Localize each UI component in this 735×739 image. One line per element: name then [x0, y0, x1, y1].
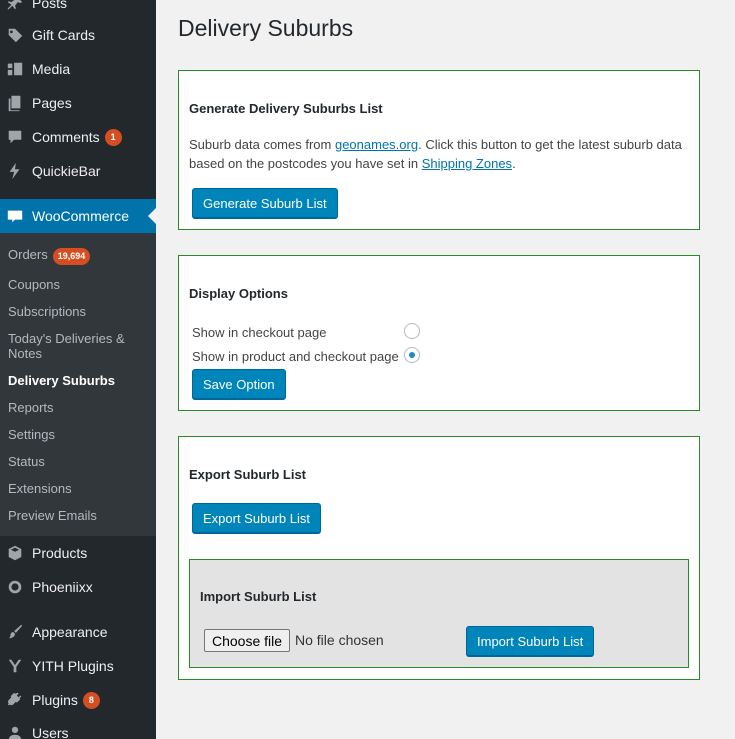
comment-icon	[5, 127, 25, 147]
box-icon	[5, 543, 25, 563]
generate-panel-title: Generate Delivery Suburbs List	[189, 101, 383, 116]
option-product-checkout-label: Show in product and checkout page	[192, 349, 399, 364]
export-suburb-list-button[interactable]: Export Suburb List	[192, 503, 321, 533]
orders-count-badge: 19,694	[52, 248, 91, 265]
submenu-item-reports[interactable]: Reports	[8, 400, 152, 415]
menu-item-appearance[interactable]: Appearance	[0, 615, 156, 649]
media-icon	[5, 59, 25, 79]
bolt-icon	[5, 161, 25, 181]
circle-icon	[5, 577, 25, 597]
tag-icon	[5, 25, 25, 45]
menu-label: WooCommerce	[32, 208, 129, 224]
user-icon	[5, 723, 25, 739]
shipping-zones-link[interactable]: Shipping Zones	[422, 156, 512, 171]
submenu-item-settings[interactable]: Settings	[8, 427, 152, 442]
menu-item-products[interactable]: Products	[0, 536, 156, 570]
import-section: Import Suburb List Choose file No file c…	[189, 559, 689, 668]
menu-item-comments[interactable]: Comments 1	[0, 120, 156, 154]
current-menu-arrow	[148, 208, 156, 224]
yith-icon	[5, 656, 25, 676]
menu-item-gift-cards[interactable]: Gift Cards	[0, 18, 156, 52]
geonames-link[interactable]: geonames.org	[335, 137, 418, 152]
menu-label: QuickieBar	[32, 163, 101, 179]
menu-label: Pages	[32, 95, 72, 111]
menu-label: YITH Plugins	[32, 658, 114, 674]
submenu-item-extensions[interactable]: Extensions	[8, 481, 152, 496]
display-panel-title: Display Options	[189, 286, 288, 301]
submenu-item-todays-deliveries[interactable]: Today's Deliveries & Notes	[8, 331, 133, 361]
brush-icon	[5, 622, 25, 642]
menu-label: Comments	[32, 129, 100, 145]
option-product-checkout-radio[interactable]	[404, 347, 420, 363]
menu-label: Users	[32, 725, 69, 739]
generate-suburb-list-button[interactable]: Generate Suburb List	[192, 188, 338, 218]
option-checkout-radio[interactable]	[404, 323, 420, 339]
import-panel-title: Import Suburb List	[200, 589, 317, 604]
export-import-panel: Export Suburb List Export Suburb List Im…	[178, 436, 700, 680]
menu-label: Posts	[32, 0, 68, 11]
save-option-button[interactable]: Save Option	[192, 369, 286, 399]
menu-item-media[interactable]: Media	[0, 52, 156, 86]
menu-label: Gift Cards	[32, 27, 96, 43]
menu-label: Phoeniixx	[32, 579, 93, 595]
menu-item-woocommerce[interactable]: WooCommerce	[0, 199, 156, 233]
submenu-label: Orders	[8, 247, 48, 262]
option-checkout-label: Show in checkout page	[192, 325, 327, 340]
menu-item-yith-plugins[interactable]: YITH Plugins	[0, 649, 156, 683]
generate-description: Suburb data comes from geonames.org. Cli…	[189, 135, 694, 173]
plugins-count-badge: 8	[82, 691, 100, 709]
file-status-text: No file chosen	[295, 632, 384, 648]
admin-sidebar: Posts Gift Cards Media Pages Comments 1 …	[0, 0, 156, 739]
export-panel-title: Export Suburb List	[189, 467, 306, 482]
submenu-item-preview-emails[interactable]: Preview Emails	[8, 508, 152, 523]
woocommerce-submenu: Orders 19,694 Coupons Subscriptions Today…	[0, 233, 156, 536]
menu-item-phoeniixx[interactable]: Phoeniixx	[0, 570, 156, 604]
submenu-item-delivery-suburbs[interactable]: Delivery Suburbs	[8, 373, 152, 388]
woocommerce-icon	[5, 206, 25, 226]
menu-item-posts[interactable]: Posts	[0, 0, 156, 20]
menu-label: Plugins	[32, 692, 78, 708]
description-text: Suburb data comes from	[189, 137, 335, 152]
import-suburb-list-button[interactable]: Import Suburb List	[466, 626, 595, 656]
description-text: .	[512, 156, 516, 171]
menu-item-pages[interactable]: Pages	[0, 86, 156, 120]
menu-item-users[interactable]: Users	[0, 716, 156, 739]
comments-count-badge: 1	[104, 128, 122, 146]
pin-icon	[5, 0, 25, 13]
display-options-panel: Display Options Show in checkout page Sh…	[178, 255, 700, 411]
submenu-item-coupons[interactable]: Coupons	[8, 277, 152, 292]
plug-icon	[5, 690, 25, 710]
pages-icon	[5, 93, 25, 113]
submenu-item-orders[interactable]: Orders 19,694	[8, 247, 152, 265]
menu-label: Products	[32, 545, 88, 561]
menu-label: Media	[32, 61, 71, 77]
generate-suburbs-panel: Generate Delivery Suburbs List Suburb da…	[178, 70, 700, 230]
page-title: Delivery Suburbs	[178, 15, 354, 41]
menu-item-quickiebar[interactable]: QuickieBar	[0, 154, 156, 188]
submenu-item-subscriptions[interactable]: Subscriptions	[8, 304, 152, 319]
choose-file-button[interactable]: Choose file	[204, 629, 291, 652]
menu-item-plugins[interactable]: Plugins 8	[0, 683, 156, 717]
submenu-item-status[interactable]: Status	[8, 454, 152, 469]
menu-label: Appearance	[32, 624, 108, 640]
